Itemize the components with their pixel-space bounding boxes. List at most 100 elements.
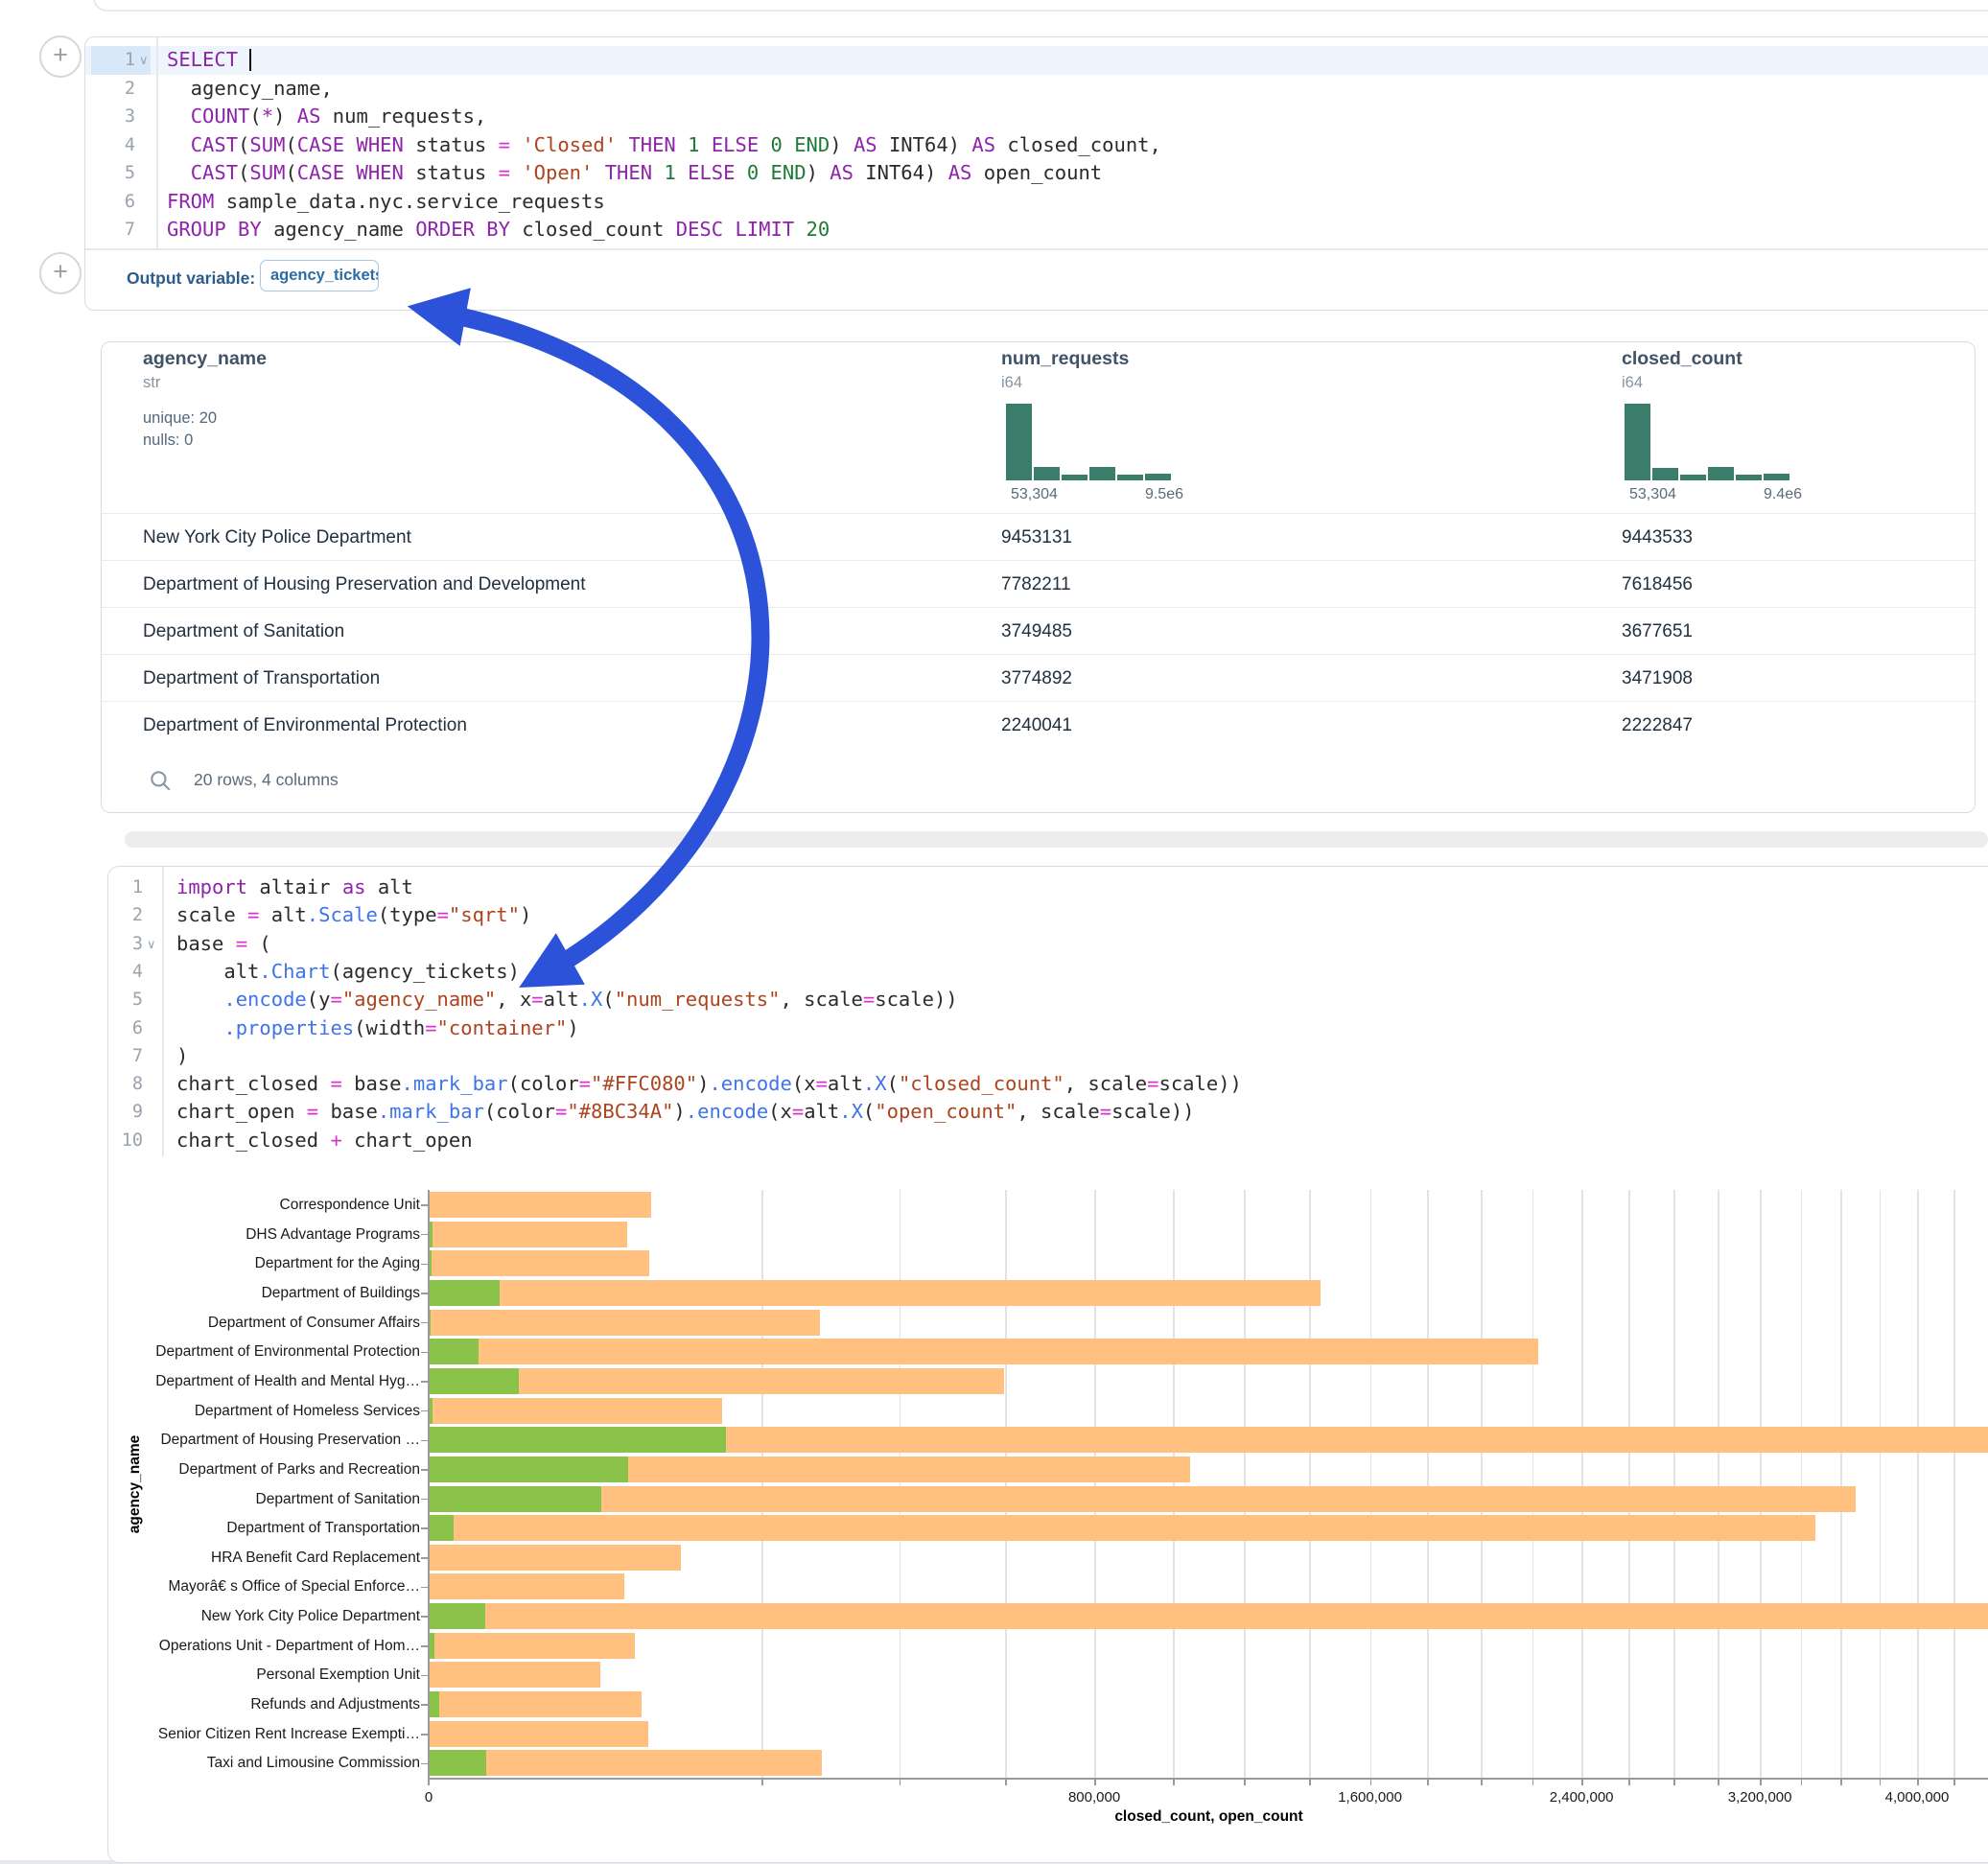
axis-tick <box>421 1616 428 1618</box>
code-token: WHEN <box>357 161 404 184</box>
cell-num-requests: 2240041 <box>1001 702 1072 749</box>
gutter-divider <box>156 37 158 248</box>
axis-tick <box>1840 1779 1842 1785</box>
code-token: num_requests, <box>320 105 486 128</box>
axis-tick <box>1532 1779 1534 1785</box>
code-token: status <box>404 161 499 184</box>
previous-cell-edge <box>93 0 1988 12</box>
code-line[interactable]: CAST(SUM(CASE WHEN status = 'Open' THEN … <box>167 159 1102 188</box>
column-null-count: nulls: 0 <box>143 431 267 450</box>
bar-closed-count <box>429 1515 1815 1541</box>
column-header-closed-count[interactable]: closed_count i64 <box>1622 348 1742 392</box>
text-cursor <box>249 49 251 71</box>
code-token: 1 <box>688 133 699 156</box>
axis-tick <box>421 1352 428 1354</box>
axis-tick <box>1309 1779 1311 1785</box>
line-number: 5 <box>91 159 135 188</box>
altair-chart: agency_name Correspondence UnitDHS Advan… <box>108 867 1988 1862</box>
axis-tick <box>1953 1779 1955 1785</box>
cell-closed-count: 9443533 <box>1622 514 1693 561</box>
code-token: ) <box>830 133 854 156</box>
y-axis-label: Correspondence Unit <box>113 1197 420 1214</box>
code-line[interactable]: GROUP BY agency_name ORDER BY closed_cou… <box>167 216 830 245</box>
bar-closed-count <box>429 1545 681 1571</box>
table-row[interactable]: Department of Sanitation37494853677651 <box>102 607 1975 655</box>
code-token: ( <box>285 133 296 156</box>
code-token: AS <box>948 161 972 184</box>
y-axis-label: HRA Benefit Card Replacement <box>113 1549 420 1567</box>
bar-closed-count <box>429 1310 820 1336</box>
code-token: closed_count <box>510 218 676 241</box>
code-token <box>652 161 664 184</box>
code-line[interactable]: COUNT(*) AS num_requests, <box>167 103 486 131</box>
bar-closed-count <box>429 1603 1988 1629</box>
gridline <box>1880 1190 1882 1778</box>
code-line[interactable]: agency_name, <box>167 75 333 104</box>
column-header-num-requests[interactable]: num_requests i64 <box>1001 348 1129 392</box>
y-axis-label: Department for the Aging <box>113 1255 420 1272</box>
line-number: 1 <box>91 46 135 75</box>
cell-num-requests: 3774892 <box>1001 655 1072 702</box>
code-token: = <box>499 133 510 156</box>
table-row[interactable]: New York City Police Department945313194… <box>102 513 1975 561</box>
code-token: CASE <box>297 133 344 156</box>
histogram-bar <box>1625 404 1650 480</box>
bar-closed-count <box>429 1486 1856 1512</box>
line-number: 3 <box>91 103 135 131</box>
code-token: GROUP BY <box>167 218 262 241</box>
add-cell-button[interactable]: + <box>39 35 82 78</box>
axis-tick <box>1173 1779 1175 1785</box>
output-variable-chip[interactable]: agency_tickets <box>260 260 379 291</box>
bar-open-count <box>429 1515 454 1541</box>
code-token <box>593 161 604 184</box>
table-row[interactable]: Department of Housing Preservation and D… <box>102 560 1975 608</box>
code-token: 'Open' <box>522 161 593 184</box>
line-number: 7 <box>91 216 135 245</box>
bar-open-count <box>429 1486 601 1512</box>
cell-closed-count: 7618456 <box>1622 561 1693 608</box>
code-token: 20 <box>807 218 830 241</box>
table-row[interactable]: Department of Transportation377489234719… <box>102 654 1975 702</box>
add-cell-button-2[interactable]: + <box>39 252 82 294</box>
gridline <box>1628 1190 1630 1778</box>
y-axis-label: Department of Sanitation <box>113 1491 420 1508</box>
axis-tick <box>421 1734 428 1736</box>
column-header-agency-name[interactable]: agency_name str unique: 20 nulls: 0 <box>143 348 267 450</box>
code-token: ( <box>249 105 261 128</box>
collapse-chevron-icon[interactable]: ∨ <box>139 53 149 68</box>
x-axis-tick-label: 2,400,000 <box>1524 1789 1639 1806</box>
code-token: CAST <box>191 161 238 184</box>
bar-open-count <box>429 1280 500 1306</box>
table-row[interactable]: Department of Environmental Protection22… <box>102 701 1975 749</box>
cell-divider <box>85 248 1988 250</box>
histogram-bar <box>1652 468 1678 480</box>
code-token: CAST <box>191 133 238 156</box>
y-axis-label: New York City Police Department <box>113 1608 420 1625</box>
code-token: SELECT <box>167 48 238 71</box>
code-token: SUM <box>249 161 285 184</box>
column-name: agency_name <box>143 348 267 370</box>
code-token <box>617 133 628 156</box>
histogram-bar <box>1708 467 1734 480</box>
axis-tick <box>1370 1779 1372 1785</box>
y-axis-label: Department of Transportation <box>113 1520 420 1537</box>
num-requests-histogram <box>1006 404 1171 480</box>
code-line[interactable]: FROM sample_data.nyc.service_requests <box>167 188 605 217</box>
code-line[interactable]: SELECT <box>167 46 251 75</box>
code-token <box>344 161 356 184</box>
search-icon[interactable] <box>148 768 173 793</box>
code-token <box>344 133 356 156</box>
axis-tick <box>421 1469 428 1471</box>
code-token <box>783 133 794 156</box>
bar-open-count <box>429 1222 433 1247</box>
y-axis-label: Taxi and Limousine Commission <box>113 1755 420 1772</box>
column-name: num_requests <box>1001 348 1129 370</box>
collapsed-cell-band[interactable] <box>125 831 1988 848</box>
code-token: open_count <box>971 161 1102 184</box>
cell-closed-count: 2222847 <box>1622 702 1693 749</box>
code-line[interactable]: CAST(SUM(CASE WHEN status = 'Closed' THE… <box>167 131 1161 160</box>
gridline <box>1427 1190 1429 1778</box>
code-token <box>723 218 735 241</box>
column-unique-count: unique: 20 <box>143 409 267 428</box>
code-token: END <box>794 133 830 156</box>
